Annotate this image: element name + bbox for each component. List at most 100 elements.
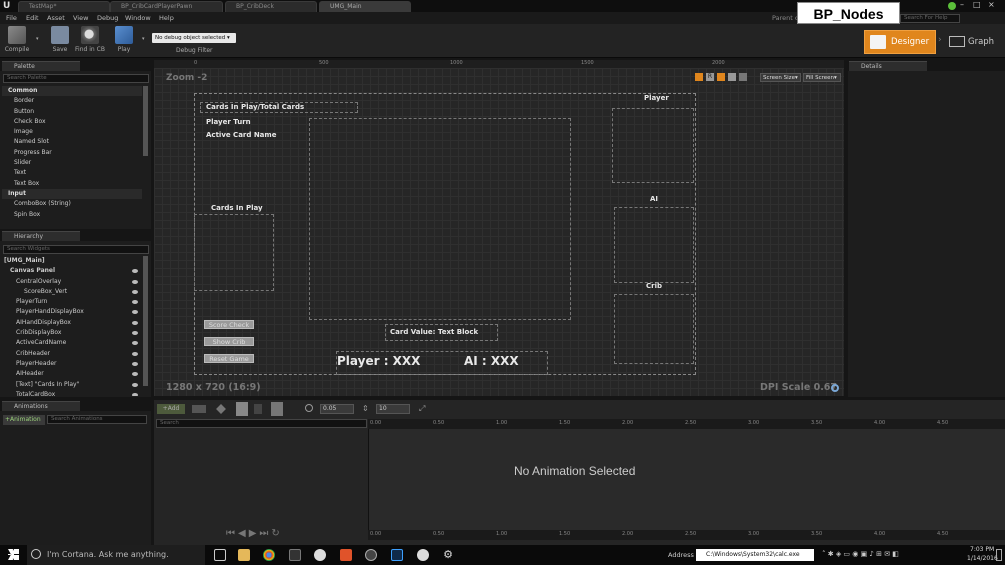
- designer-mode-button[interactable]: Designer: [864, 30, 936, 54]
- menu-debug[interactable]: Debug: [97, 14, 118, 22]
- find-in-cb-button[interactable]: Find in CB: [75, 26, 105, 53]
- expand-toggle-icon[interactable]: [739, 73, 747, 81]
- visibility-eye-icon[interactable]: [132, 269, 138, 274]
- unreal-engine-icon[interactable]: [365, 549, 377, 561]
- palette-item[interactable]: Slider: [2, 158, 142, 168]
- snap-interval-select[interactable]: 0.05: [320, 404, 354, 414]
- visibility-eye-icon[interactable]: [132, 300, 138, 305]
- palette-category[interactable]: Common: [2, 86, 142, 97]
- visibility-eye-icon[interactable]: [132, 289, 138, 294]
- unreal-logo-icon[interactable]: U: [3, 1, 10, 11]
- player-header[interactable]: Player: [644, 94, 669, 102]
- compile-button[interactable]: Compile: [2, 26, 32, 53]
- tab-testmap[interactable]: TestMap*: [18, 1, 110, 12]
- palette-item[interactable]: Spin Box: [2, 210, 142, 220]
- clock-time[interactable]: 7:03 PM: [970, 546, 994, 553]
- ai-score-label[interactable]: AI : XXX: [464, 354, 519, 368]
- add-track-button[interactable]: +Add: [157, 404, 185, 414]
- keyframe-icon[interactable]: [216, 404, 226, 414]
- palette-item[interactable]: ComboBox (String): [2, 199, 142, 209]
- windows-start-icon[interactable]: [8, 549, 19, 560]
- play-dropdown-icon[interactable]: ▾: [142, 36, 145, 42]
- animations-tab[interactable]: Animations: [2, 401, 80, 411]
- menu-edit[interactable]: Edit: [26, 14, 39, 22]
- palette-item[interactable]: Named Slot: [2, 137, 142, 147]
- palette-item[interactable]: Text: [2, 168, 142, 178]
- search-animations-input[interactable]: Search Animations: [47, 415, 147, 424]
- hierarchy-tab[interactable]: Hierarchy: [2, 231, 80, 241]
- minimize-icon[interactable]: –: [960, 0, 964, 9]
- time-ruler[interactable]: 0.00 0.50 1.00 1.50 2.00 2.50 3.00 3.50 4.00 4.50: [368, 419, 1005, 429]
- visibility-eye-icon[interactable]: [132, 372, 138, 377]
- hierarchy-scrollbar[interactable]: [143, 256, 148, 386]
- debug-object-select[interactable]: No debug object selected ▾: [152, 33, 236, 43]
- epic-launcher-icon[interactable]: [289, 549, 301, 561]
- hierarchy-item[interactable]: AIHeader: [2, 369, 142, 379]
- crib-display-box[interactable]: [614, 294, 694, 364]
- frame-snap-icon[interactable]: ⇕: [362, 404, 369, 413]
- itunes-icon[interactable]: [314, 549, 326, 561]
- auto-key-icon[interactable]: [271, 402, 283, 416]
- snap-toggle-icon[interactable]: [728, 73, 736, 81]
- maximize-icon[interactable]: □: [973, 0, 981, 9]
- cards-in-play-box[interactable]: [194, 214, 274, 291]
- palette-item[interactable]: Image: [2, 127, 142, 137]
- hierarchy-item[interactable]: Canvas Panel: [2, 266, 142, 276]
- compile-dropdown-icon[interactable]: ▾: [36, 36, 39, 42]
- hierarchy-item[interactable]: ScoreBox_Vert: [2, 287, 142, 297]
- tab-bp-cribdeck[interactable]: BP_CribDeck: [225, 1, 317, 12]
- add-animation-button[interactable]: +Animation: [3, 415, 45, 425]
- palette-item[interactable]: Check Box: [2, 117, 142, 127]
- player-hand-display-box[interactable]: [309, 118, 571, 320]
- menu-help[interactable]: Help: [159, 14, 174, 22]
- fill-screen-dropdown[interactable]: Fill Screen▾: [803, 73, 841, 82]
- player-score-label[interactable]: Player : XXX: [337, 354, 420, 368]
- menu-file[interactable]: File: [6, 14, 17, 22]
- address-bar-input[interactable]: C:\Windows\System32\calc.exe: [696, 549, 814, 561]
- ai-header[interactable]: AI: [650, 195, 658, 203]
- hierarchy-item[interactable]: ActiveCardName: [2, 338, 142, 348]
- system-tray-icons[interactable]: ˄ ✱ ◈ ▭ ◉ ▣ ♪ ⊞ ✉ ◧: [822, 550, 899, 558]
- cards-total-label[interactable]: Cards In Play/Total Cards: [206, 103, 304, 111]
- palette-item[interactable]: Text Box: [2, 179, 142, 189]
- details-tab[interactable]: Details: [849, 61, 927, 71]
- track-search-input[interactable]: Search: [156, 419, 367, 428]
- help-search-input[interactable]: Search For Help: [900, 14, 960, 23]
- frame-count-select[interactable]: 10: [376, 404, 410, 414]
- curve-icon[interactable]: [236, 402, 248, 416]
- visibility-eye-icon[interactable]: [132, 331, 138, 336]
- photoshop-icon[interactable]: [391, 549, 403, 561]
- graph-mode-button[interactable]: Graph: [947, 32, 1002, 52]
- chrome-icon[interactable]: [263, 549, 275, 561]
- palette-category[interactable]: Input: [2, 188, 142, 200]
- hierarchy-item[interactable]: CentralOverlay: [2, 277, 142, 287]
- score-check-button[interactable]: Score Check: [204, 320, 254, 329]
- palette-item[interactable]: Button: [2, 107, 142, 117]
- hierarchy-item[interactable]: CribDisplayBox: [2, 328, 142, 338]
- hierarchy-item[interactable]: PlayerHeader: [2, 359, 142, 369]
- hierarchy-search-input[interactable]: Search Widgets: [3, 245, 149, 254]
- vivaldi-icon[interactable]: [340, 549, 352, 561]
- card-value-label[interactable]: Card Value: Text Block: [390, 328, 478, 336]
- palette-search-input[interactable]: Search Palette: [3, 74, 149, 83]
- menu-window[interactable]: Window: [125, 14, 151, 22]
- visibility-eye-icon[interactable]: [132, 361, 138, 366]
- settings-gear-icon[interactable]: ⚙: [442, 549, 454, 561]
- player-display-box[interactable]: [612, 108, 694, 183]
- active-card-name-label[interactable]: Active Card Name: [206, 131, 276, 139]
- cards-in-play-header[interactable]: Cards In Play: [211, 204, 263, 212]
- show-crib-button[interactable]: Show Crib: [204, 337, 254, 346]
- task-view-icon[interactable]: [214, 549, 226, 561]
- menu-view[interactable]: View: [73, 14, 88, 22]
- screen-size-dropdown[interactable]: Screen Size▾: [760, 73, 801, 82]
- palette-item[interactable]: Border: [2, 96, 142, 106]
- visibility-eye-icon[interactable]: [132, 341, 138, 346]
- time-ruler-bottom[interactable]: 0.00 0.50 1.00 1.50 2.00 2.50 3.00 3.50 4.00 4.50: [368, 530, 1005, 540]
- file-explorer-icon[interactable]: [238, 549, 250, 561]
- visibility-eye-icon[interactable]: [132, 392, 138, 396]
- player-turn-label[interactable]: Player Turn: [206, 118, 251, 126]
- visibility-eye-icon[interactable]: [132, 382, 138, 387]
- play-button[interactable]: Play: [109, 26, 139, 53]
- hierarchy-item[interactable]: AIHandDisplayBox: [2, 318, 142, 328]
- time-snap-icon[interactable]: [305, 404, 313, 412]
